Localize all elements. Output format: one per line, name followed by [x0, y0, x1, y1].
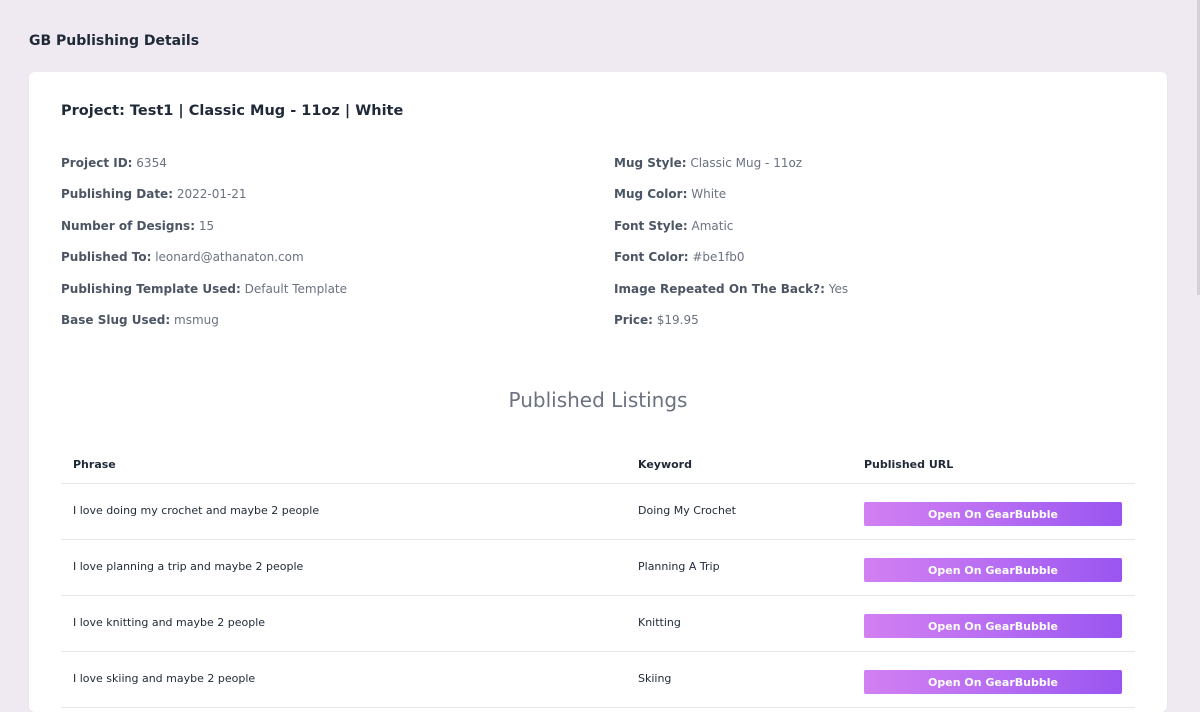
detail-mug-color: Mug Color: White — [614, 186, 848, 217]
detail-label: Project ID: — [61, 156, 133, 170]
detail-value: msmug — [174, 312, 219, 327]
detail-value: Classic Mug - 11oz — [690, 156, 803, 170]
detail-value: White — [691, 187, 727, 202]
detail-value: leonard@athanaton.com — [155, 250, 304, 265]
detail-label: Mug Style: — [614, 156, 687, 170]
detail-mug-style: Mug Style: Classic Mug - 11oz — [614, 155, 848, 186]
detail-value: #be1fb0 — [692, 250, 745, 265]
project-details-right: Mug Style: Classic Mug - 11oz Mug Color:… — [614, 155, 848, 343]
table-row: I love planning a trip and maybe 2 peopl… — [61, 540, 1135, 596]
open-on-gearbubble-button[interactable]: Open On GearBubble — [864, 614, 1122, 638]
keyword-cell: Planning A Trip — [638, 560, 720, 573]
table-row: I love skiing and maybe 2 people Skiing … — [61, 652, 1135, 708]
project-title: Project: Test1 | Classic Mug - 11oz | Wh… — [61, 103, 404, 119]
detail-font-style: Font Style: Amatic — [614, 218, 848, 249]
detail-label: Published To: — [61, 250, 152, 265]
column-header-keyword: Keyword — [638, 458, 692, 471]
detail-project-id: Project ID: 6354 — [61, 155, 347, 186]
phrase-cell: I love doing my crochet and maybe 2 peop… — [73, 504, 320, 517]
open-on-gearbubble-button[interactable]: Open On GearBubble — [864, 670, 1122, 694]
open-on-gearbubble-button[interactable]: Open On GearBubble — [864, 558, 1122, 582]
detail-number-of-designs: Number of Designs: 15 — [61, 218, 347, 249]
column-header-phrase: Phrase — [73, 458, 116, 471]
column-header-published-url: Published URL — [864, 458, 954, 471]
detail-price: Price: $19.95 — [614, 312, 848, 343]
detail-value: $19.95 — [656, 312, 699, 327]
detail-label: Number of Designs: — [61, 218, 195, 233]
published-listings-table: Phrase Keyword Published URL I love doin… — [61, 453, 1135, 708]
keyword-cell: Knitting — [638, 616, 681, 629]
detail-value: Yes — [828, 281, 849, 296]
detail-base-slug: Base Slug Used: msmug — [61, 312, 347, 343]
detail-image-repeated: Image Repeated On The Back?: Yes — [614, 281, 848, 312]
detail-value: Amatic — [691, 218, 734, 233]
detail-value: Default Template — [244, 281, 348, 296]
detail-publishing-template: Publishing Template Used: Default Templa… — [61, 281, 347, 312]
detail-value: 15 — [198, 218, 215, 233]
detail-value: 6354 — [136, 156, 167, 170]
detail-font-color: Font Color: #be1fb0 — [614, 249, 848, 280]
detail-label: Font Style: — [614, 218, 688, 233]
phrase-cell: I love planning a trip and maybe 2 peopl… — [73, 560, 304, 573]
page-header: GB Publishing Details — [29, 33, 200, 49]
detail-publishing-date: Publishing Date: 2022-01-21 — [61, 186, 347, 217]
table-row: I love knitting and maybe 2 people Knitt… — [61, 596, 1135, 652]
detail-label: Font Color: — [614, 250, 689, 265]
phrase-cell: I love knitting and maybe 2 people — [73, 616, 266, 629]
publishing-details-card: Project: Test1 | Classic Mug - 11oz | Wh… — [29, 72, 1167, 712]
keyword-cell: Skiing — [638, 672, 672, 685]
detail-label: Price: — [614, 312, 653, 327]
detail-label: Publishing Date: — [61, 187, 173, 202]
open-on-gearbubble-button[interactable]: Open On GearBubble — [864, 502, 1122, 526]
table-row: I love doing my crochet and maybe 2 peop… — [61, 484, 1135, 540]
table-header: Phrase Keyword Published URL — [61, 453, 1135, 484]
detail-value: 2022-01-21 — [176, 187, 247, 202]
detail-published-to: Published To: leonard@athanaton.com — [61, 249, 347, 280]
project-details-left: Project ID: 6354 Publishing Date: 2022-0… — [61, 155, 347, 343]
keyword-cell: Doing My Crochet — [638, 504, 736, 517]
detail-label: Image Repeated On The Back?: — [614, 281, 825, 296]
detail-label: Mug Color: — [614, 187, 688, 202]
detail-label: Base Slug Used: — [61, 312, 171, 327]
detail-label: Publishing Template Used: — [61, 281, 241, 296]
phrase-cell: I love skiing and maybe 2 people — [73, 672, 256, 685]
published-listings-title: Published Listings — [508, 388, 688, 412]
